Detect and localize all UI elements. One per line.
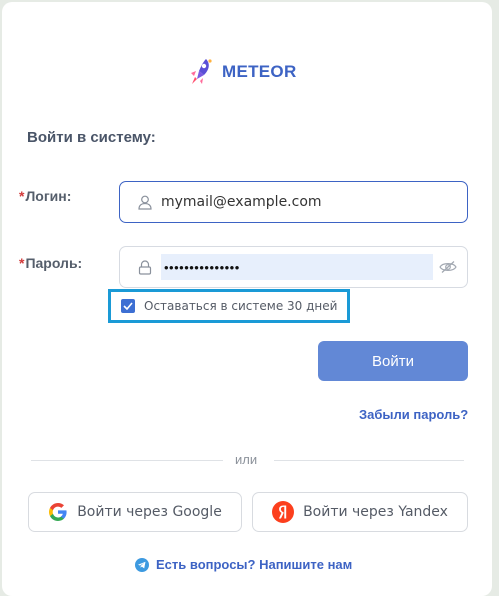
rocket-icon [191,59,212,84]
google-login-label: Войти через Google [77,504,222,520]
help-link[interactable]: Есть вопросы? Напишите нам [135,557,352,572]
brand-logo: METEOR [188,57,297,87]
check-icon [123,302,133,310]
yandex-login-label: Войти через Yandex [303,504,448,520]
password-label-text: Пароль: [25,255,83,271]
required-mark: * [19,188,25,204]
forgot-password-link[interactable]: Забыли пароль? [359,407,468,422]
yandex-login-button[interactable]: Войти через Yandex [252,492,468,532]
lock-icon [137,259,153,275]
telegram-icon [135,557,149,572]
divider-line-left [31,460,223,461]
password-label: *Пароль: [19,255,82,271]
remember-me[interactable]: Оставаться в системе 30 дней [108,289,350,323]
login-button[interactable]: Войти [318,341,468,381]
google-login-button[interactable]: Войти через Google [28,492,242,532]
login-field[interactable] [119,181,468,223]
login-label-text: Логин: [25,188,72,204]
required-mark: * [19,255,25,271]
yandex-icon [272,501,295,523]
login-label: *Логин: [19,188,71,204]
brand-name: METEOR [222,62,297,81]
google-icon [49,503,67,521]
divider-line-right [274,460,464,461]
remember-checkbox[interactable] [121,299,135,313]
password-input[interactable]: ••••••••••••••• [161,254,433,280]
password-field[interactable]: ••••••••••••••• [119,246,468,288]
login-card: METEOR Войти в систему: *Логин: *Пароль:… [2,2,492,596]
eye-off-icon[interactable] [438,257,458,277]
login-input[interactable] [161,190,411,214]
remember-label: Оставаться в системе 30 дней [144,299,338,313]
help-link-label: Есть вопросы? Напишите нам [156,557,353,572]
user-icon [137,194,153,210]
page-title: Войти в систему: [27,129,156,146]
divider-text: или [235,452,258,467]
